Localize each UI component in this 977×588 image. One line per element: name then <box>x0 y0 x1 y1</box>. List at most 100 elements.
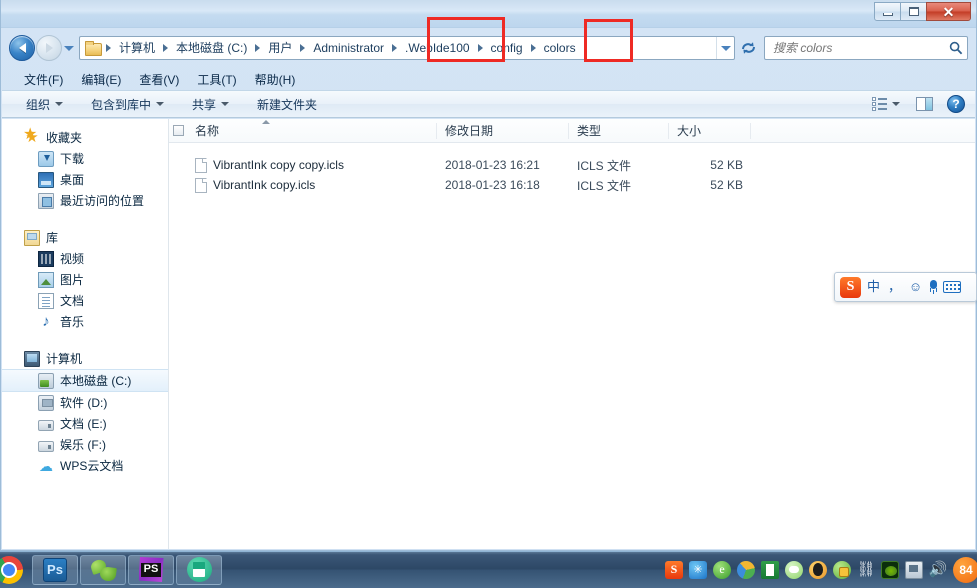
breadcrumb-item-colors[interactable]: colors <box>539 39 581 57</box>
search-input[interactable] <box>773 41 949 55</box>
forward-button[interactable] <box>36 35 62 61</box>
sidebar-item-local-disk-c[interactable]: 本地磁盘 (C:) <box>2 369 168 392</box>
checkbox-icon[interactable] <box>172 125 184 136</box>
link-tray-icon[interactable]: ⛓ <box>856 561 875 579</box>
nvidia-tray-icon[interactable] <box>881 560 899 579</box>
forward-arrow-icon <box>45 43 53 53</box>
ime-punctuation-toggle[interactable]: ， <box>886 278 903 296</box>
documents-icon <box>38 292 54 309</box>
chrome-icon[interactable] <box>0 555 23 584</box>
sidebar-item-pictures[interactable]: 图片 <box>2 269 168 290</box>
breadcrumb-item-administrator[interactable]: Administrator <box>308 39 389 57</box>
breadcrumb-separator[interactable] <box>392 44 398 52</box>
table-row[interactable]: VibrantInk copy.icls 2018-01-23 16:18 IC… <box>169 175 975 195</box>
breadcrumb-separator[interactable] <box>106 44 111 52</box>
sidebar-item-wps-cloud[interactable]: ☁ WPS云文档 <box>2 455 168 476</box>
ime-floating-bar[interactable]: S 中 ， ☺ <box>834 272 977 302</box>
menu-item-tools[interactable]: 工具(T) <box>188 69 245 90</box>
recent-places-icon <box>38 192 54 209</box>
breadcrumb-item-local-disk[interactable]: 本地磁盘 (C:) <box>171 39 252 57</box>
volume-tray-icon[interactable]: 🔊 <box>929 561 948 579</box>
sidebar-item-disk-d[interactable]: 软件 (D:) <box>2 392 168 413</box>
select-all-checkbox-header[interactable] <box>169 123 187 139</box>
address-bar-row: 计算机 本地磁盘 (C:) 用户 Administrator .WebIde10… <box>1 28 976 68</box>
sidebar-item-disk-f[interactable]: 娱乐 (F:) <box>2 434 168 455</box>
notification-badge[interactable]: 84 <box>953 556 977 583</box>
sogou-logo-icon[interactable]: S <box>840 276 861 298</box>
sogou-tray-icon[interactable]: S <box>665 560 683 579</box>
security-tray-icon[interactable] <box>833 560 851 579</box>
blue-star-tray-icon[interactable]: ✳ <box>689 560 707 579</box>
back-button[interactable] <box>9 35 35 61</box>
sidebar-item-videos[interactable]: 视频 <box>2 248 168 269</box>
sidebar-item-desktop[interactable]: 桌面 <box>2 169 168 190</box>
photoshop-taskbar-button[interactable]: Ps <box>32 554 78 585</box>
sidebar-item-libraries[interactable]: 库 <box>2 227 168 248</box>
sidebar-label: 下载 <box>60 152 85 166</box>
column-header-date[interactable]: 修改日期 <box>437 122 569 139</box>
start-button[interactable] <box>0 553 28 587</box>
sidebar-label: 库 <box>46 231 59 245</box>
column-header-size[interactable]: 大小 <box>669 122 751 139</box>
breadcrumb-separator[interactable] <box>300 44 306 52</box>
breadcrumb-dropdown-button[interactable] <box>716 37 734 59</box>
green-app-taskbar-button[interactable] <box>80 554 126 585</box>
bubble-tray-icon[interactable] <box>785 560 803 579</box>
green-app-tray-icon[interactable] <box>761 560 779 579</box>
breadcrumb-item-users[interactable]: 用户 <box>263 39 297 57</box>
menu-item-edit[interactable]: 编辑(E) <box>72 69 130 90</box>
sidebar-item-favorites[interactable]: ★ 收藏夹 <box>2 127 168 148</box>
sidebar-item-documents[interactable]: 文档 <box>2 290 168 311</box>
include-in-library-button[interactable]: 包含到库中 <box>83 93 172 116</box>
file-name-cell[interactable]: VibrantInk copy copy.icls <box>169 157 437 173</box>
menu-item-file[interactable]: 文件(F) <box>15 69 72 90</box>
wps-taskbar-button[interactable] <box>176 554 222 585</box>
close-button[interactable]: ✕ <box>926 2 971 21</box>
file-name-cell[interactable]: VibrantInk copy.icls <box>169 177 437 193</box>
breadcrumb-item-computer[interactable]: 计算机 <box>114 39 160 57</box>
view-options-icon[interactable] <box>872 97 888 111</box>
minimize-button[interactable] <box>874 2 901 21</box>
phpstorm-taskbar-button[interactable]: PS <box>128 554 174 585</box>
qq-tray-icon[interactable] <box>809 560 827 579</box>
share-button[interactable]: 共享 <box>184 93 237 116</box>
menu-item-help[interactable]: 帮助(H) <box>246 69 305 90</box>
view-dropdown-caret-icon[interactable] <box>892 102 900 106</box>
breadcrumb-item-config[interactable]: config <box>486 39 528 57</box>
ime-emoji-icon[interactable]: ☺ <box>907 278 924 296</box>
organize-button[interactable]: 组织 <box>18 93 71 116</box>
share-label: 共享 <box>192 97 217 112</box>
drive-tray-icon[interactable] <box>737 560 755 579</box>
sidebar-item-computer[interactable]: 计算机 <box>2 348 168 369</box>
sidebar-item-downloads[interactable]: 下载 <box>2 148 168 169</box>
green-e-tray-icon[interactable]: e <box>713 560 731 579</box>
table-row[interactable]: VibrantInk copy copy.icls 2018-01-23 16:… <box>169 155 975 175</box>
ime-language-mode[interactable]: 中 <box>865 278 882 296</box>
breadcrumb-bar[interactable]: 计算机 本地磁盘 (C:) 用户 Administrator .WebIde10… <box>79 36 735 60</box>
new-folder-button[interactable]: 新建文件夹 <box>249 93 325 116</box>
maximize-button[interactable] <box>900 2 927 21</box>
search-box[interactable] <box>764 36 968 60</box>
ime-keyboard-icon[interactable] <box>943 281 961 293</box>
network-tray-icon[interactable] <box>905 560 923 579</box>
sidebar-item-recent-places[interactable]: 最近访问的位置 <box>2 190 168 211</box>
breadcrumb-separator[interactable] <box>163 44 169 52</box>
breadcrumb-separator[interactable] <box>477 44 483 52</box>
refresh-button[interactable] <box>736 36 760 60</box>
breadcrumb-separator[interactable] <box>255 44 261 52</box>
history-dropdown-button[interactable] <box>62 35 76 61</box>
nav-group-computer: 计算机 本地磁盘 (C:) 软件 (D:) 文档 (E:) 娱乐 (F:) ☁ … <box>2 348 168 476</box>
ime-microphone-icon[interactable] <box>928 280 939 294</box>
breadcrumb-item-webide100[interactable]: .WebIde100 <box>400 39 475 57</box>
menu-bar: 文件(F) 编辑(E) 查看(V) 工具(T) 帮助(H) <box>1 68 976 90</box>
preview-pane-icon[interactable] <box>916 97 933 111</box>
help-icon[interactable]: ? <box>947 95 965 113</box>
column-header-name[interactable]: 名称 <box>187 122 437 139</box>
breadcrumb-separator[interactable] <box>530 44 536 52</box>
navigation-pane: ★ 收藏夹 下载 桌面 最近访问的位置 <box>2 119 169 549</box>
column-headers: 名称 修改日期 类型 大小 <box>169 119 975 143</box>
column-header-type[interactable]: 类型 <box>569 122 669 139</box>
sidebar-item-disk-e[interactable]: 文档 (E:) <box>2 413 168 434</box>
sidebar-item-music[interactable]: ♪ 音乐 <box>2 311 168 332</box>
menu-item-view[interactable]: 查看(V) <box>130 69 188 90</box>
